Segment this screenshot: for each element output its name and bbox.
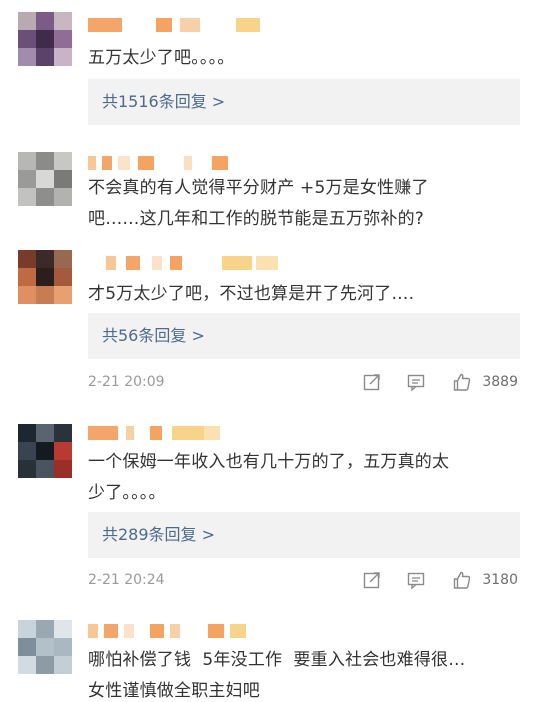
comment-meta-bar: 2-21 20:24 3180 <box>88 568 520 592</box>
comment-item: 哪怕补偿了钱 5年没工作 要重入社会也难得很… 女性谨慎做全职主妇吧 <box>0 610 550 702</box>
comment-text: 哪怕补偿了钱 5年没工作 要重入社会也难得很… 女性谨慎做全职主妇吧 <box>88 650 466 701</box>
comment-text: 五万太少了吧。。。。 <box>88 48 235 68</box>
comment-item: 不会真的有人觉得平分财产 +5万是女性赚了 吧……这几年和工作的脱节能是五万弥补… <box>0 140 550 240</box>
comment-text: 才5万太少了吧，不过也算是开了先河了…. <box>88 284 415 304</box>
avatar[interactable] <box>18 152 72 206</box>
comment-item: 五万太少了吧。。。。 共1516条回复 > <box>0 0 550 140</box>
timestamp: 2-21 20:09 <box>88 374 165 390</box>
avatar[interactable] <box>18 250 72 304</box>
comment-meta-bar: 2-21 20:09 3889 <box>88 370 520 394</box>
username-pixelated[interactable] <box>88 426 298 448</box>
replies-link[interactable]: 共1516条回复 > <box>88 79 520 125</box>
share-icon[interactable] <box>362 570 382 590</box>
avatar[interactable] <box>18 12 72 66</box>
comment-text: 一个保姆一年收入也有几十万的了，五万真的太 少了。。。。 <box>88 452 450 503</box>
comment-text: 不会真的有人觉得平分财产 +5万是女性赚了 吧……这几年和工作的脱节能是五万弥补… <box>88 178 429 229</box>
comment-icon[interactable] <box>406 570 426 590</box>
like-count: 3889 <box>482 374 518 390</box>
replies-link[interactable]: 共289条回复 > <box>88 512 520 558</box>
comment-icon[interactable] <box>406 372 426 392</box>
username-pixelated[interactable] <box>88 256 298 278</box>
comment-item: 才5万太少了吧，不过也算是开了先河了…. 共56条回复 > 2-21 20:09… <box>0 240 550 398</box>
like-icon[interactable] <box>452 570 472 590</box>
timestamp: 2-21 20:24 <box>88 572 165 588</box>
like-icon[interactable] <box>452 372 472 392</box>
avatar[interactable] <box>18 424 72 478</box>
like-count: 3180 <box>482 572 518 588</box>
username-pixelated[interactable] <box>88 18 298 40</box>
username-pixelated[interactable] <box>88 624 298 646</box>
avatar[interactable] <box>18 620 72 674</box>
share-icon[interactable] <box>362 372 382 392</box>
replies-link[interactable]: 共56条回复 > <box>88 313 520 359</box>
comment-item: 一个保姆一年收入也有几十万的了，五万真的太 少了。。。。 共289条回复 > 2… <box>0 412 550 597</box>
